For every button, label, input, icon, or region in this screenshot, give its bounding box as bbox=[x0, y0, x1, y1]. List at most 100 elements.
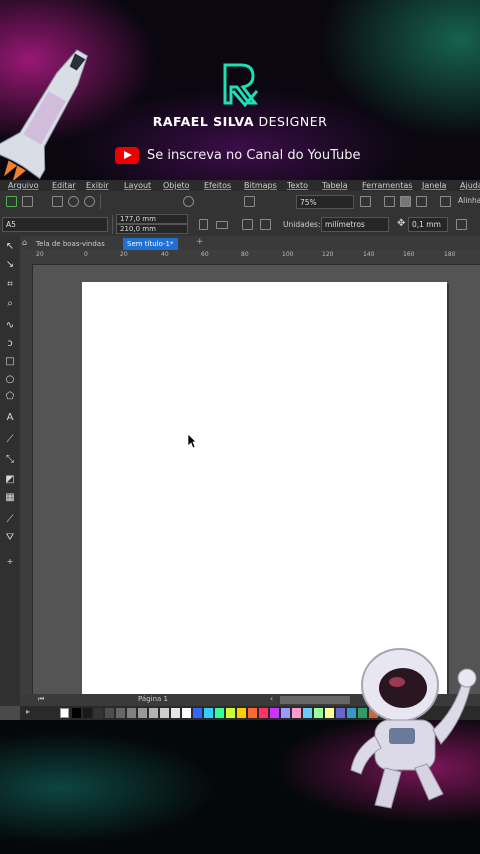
portrait-icon[interactable] bbox=[199, 219, 208, 230]
mouse-cursor-icon bbox=[187, 433, 197, 449]
pick-tool-icon[interactable]: ↖ bbox=[4, 241, 16, 253]
color-swatch[interactable] bbox=[259, 708, 268, 718]
color-swatch[interactable] bbox=[127, 708, 136, 718]
vertical-ruler[interactable] bbox=[20, 264, 33, 694]
new-document-icon[interactable] bbox=[6, 196, 17, 207]
color-swatch[interactable] bbox=[204, 708, 213, 718]
color-swatch[interactable] bbox=[226, 708, 235, 718]
page-nav-first-icon[interactable]: ⏮ bbox=[38, 695, 44, 704]
duplicate-distance-icon[interactable] bbox=[456, 219, 467, 230]
freehand-tool-icon[interactable]: ∿ bbox=[4, 320, 16, 332]
tab-untitled-document[interactable]: Sem título-1* bbox=[123, 238, 178, 250]
page-width-field[interactable]: 177,0 mm bbox=[116, 214, 188, 224]
connector-tool-icon[interactable]: ⤡ bbox=[4, 454, 16, 466]
color-swatch[interactable] bbox=[160, 708, 169, 718]
color-swatch[interactable] bbox=[193, 708, 202, 718]
polygon-tool-icon[interactable]: ⬠ bbox=[4, 391, 16, 403]
menu-item-exibir[interactable]: Exibir bbox=[86, 180, 109, 191]
youtube-cta[interactable]: Se inscreva no Canal do YouTube bbox=[115, 146, 361, 164]
toolbar-separator bbox=[112, 215, 113, 234]
menu-item-ajuda[interactable]: Ajuda bbox=[460, 180, 480, 191]
menu-item-tabela[interactable]: Tabela bbox=[322, 180, 348, 191]
color-swatch[interactable] bbox=[94, 708, 103, 718]
color-swatch[interactable] bbox=[171, 708, 180, 718]
color-swatch[interactable] bbox=[83, 708, 92, 718]
page-tab[interactable]: Página 1 bbox=[138, 695, 168, 703]
page-size-select[interactable]: A5 bbox=[2, 217, 108, 232]
nudge-distance-field[interactable]: 0,1 mm bbox=[408, 217, 448, 232]
menu-item-ferramentas[interactable]: Ferramentas bbox=[362, 180, 412, 191]
color-swatch[interactable] bbox=[336, 708, 345, 718]
color-swatch[interactable] bbox=[138, 708, 147, 718]
document-page[interactable] bbox=[82, 282, 447, 694]
open-icon[interactable] bbox=[22, 196, 33, 207]
rulers-icon[interactable] bbox=[384, 196, 395, 207]
ellipse-tool-icon[interactable]: ○ bbox=[4, 374, 16, 386]
color-swatch[interactable] bbox=[72, 708, 81, 718]
menu-item-janela[interactable]: Janela bbox=[422, 180, 446, 191]
menu-item-arquivo[interactable]: Arquivo bbox=[8, 180, 39, 191]
align-label[interactable]: Alinha bbox=[458, 196, 480, 205]
ruler-tick: 0 bbox=[84, 251, 88, 258]
interactive-fill-tool-icon[interactable]: ⛛ bbox=[4, 532, 16, 544]
color-swatch[interactable] bbox=[248, 708, 257, 718]
cloud-download-icon[interactable] bbox=[84, 196, 95, 207]
menu-item-objeto[interactable]: Objeto bbox=[163, 180, 190, 191]
home-icon[interactable]: ⌂ bbox=[22, 238, 27, 247]
horizontal-scrollbar[interactable] bbox=[280, 696, 350, 704]
color-swatch[interactable] bbox=[325, 708, 334, 718]
zoom-tool-icon[interactable]: ⌕ bbox=[4, 298, 16, 310]
tab-welcome-screen[interactable]: Tela de boas-vindas bbox=[32, 238, 109, 250]
horizontal-ruler[interactable]: 20 0 20 40 60 80 100 120 140 160 180 bbox=[20, 250, 480, 265]
color-swatch[interactable] bbox=[105, 708, 114, 718]
undo-icon[interactable] bbox=[183, 196, 194, 207]
snap-icon[interactable] bbox=[440, 196, 451, 207]
menu-item-bitmaps[interactable]: Bitmaps bbox=[244, 180, 277, 191]
save-icon[interactable] bbox=[52, 196, 63, 207]
color-swatch[interactable] bbox=[215, 708, 224, 718]
crop-tool-icon[interactable]: ⌗ bbox=[4, 279, 16, 291]
rectangle-tool-icon[interactable]: □ bbox=[4, 356, 16, 368]
color-swatch[interactable] bbox=[270, 708, 279, 718]
shape-tool-icon[interactable]: ↘ bbox=[4, 259, 16, 271]
color-swatch[interactable] bbox=[303, 708, 312, 718]
text-tool-icon[interactable]: A bbox=[4, 412, 16, 424]
landscape-icon[interactable] bbox=[216, 221, 228, 229]
cloud-upload-icon[interactable] bbox=[68, 196, 79, 207]
menu-item-texto[interactable]: Texto bbox=[287, 180, 308, 191]
color-swatch[interactable] bbox=[116, 708, 125, 718]
menu-item-layout[interactable]: Layout bbox=[124, 180, 151, 191]
color-swatch[interactable] bbox=[149, 708, 158, 718]
ruler-tick: 140 bbox=[363, 251, 375, 258]
transparency-tool-icon[interactable]: ▦ bbox=[4, 492, 16, 504]
guidelines-icon[interactable] bbox=[416, 196, 427, 207]
color-swatch[interactable] bbox=[292, 708, 301, 718]
scroll-left-icon[interactable]: ‹ bbox=[270, 694, 273, 703]
color-swatch[interactable] bbox=[237, 708, 246, 718]
ruler-tick: 20 bbox=[36, 251, 44, 258]
brand-name-light: DESIGNER bbox=[258, 114, 328, 129]
zoom-level-field[interactable]: 75% bbox=[296, 195, 354, 209]
drop-shadow-tool-icon[interactable]: ◩ bbox=[4, 474, 16, 486]
current-page-icon[interactable] bbox=[260, 219, 271, 230]
drawing-workspace[interactable] bbox=[33, 265, 480, 695]
color-swatch[interactable] bbox=[281, 708, 290, 718]
menu-item-efeitos[interactable]: Efeitos bbox=[204, 180, 231, 191]
full-screen-icon[interactable] bbox=[360, 196, 371, 207]
page-height-field[interactable]: 210,0 mm bbox=[116, 224, 188, 234]
document-tabs: ⌂ Tela de boas-vindas Sem título-1* + bbox=[20, 236, 480, 250]
color-swatch[interactable] bbox=[182, 708, 191, 718]
parallel-dimension-tool-icon[interactable]: ⟋ bbox=[4, 434, 16, 446]
new-tab-icon[interactable]: + bbox=[196, 237, 204, 247]
all-pages-icon[interactable] bbox=[242, 219, 253, 230]
menu-item-editar[interactable]: Editar bbox=[52, 180, 76, 191]
import-icon[interactable] bbox=[244, 196, 255, 207]
add-tool-icon[interactable]: + bbox=[4, 556, 16, 568]
color-swatch[interactable] bbox=[314, 708, 323, 718]
eyedropper-tool-icon[interactable]: ⟋ bbox=[4, 514, 16, 526]
artistic-media-tool-icon[interactable]: ↄ bbox=[4, 338, 16, 350]
grid-icon[interactable] bbox=[400, 196, 411, 207]
palette-menu-icon[interactable]: ▸ bbox=[26, 707, 30, 716]
no-color-swatch[interactable] bbox=[60, 708, 69, 718]
units-select[interactable]: milímetros bbox=[321, 217, 389, 232]
